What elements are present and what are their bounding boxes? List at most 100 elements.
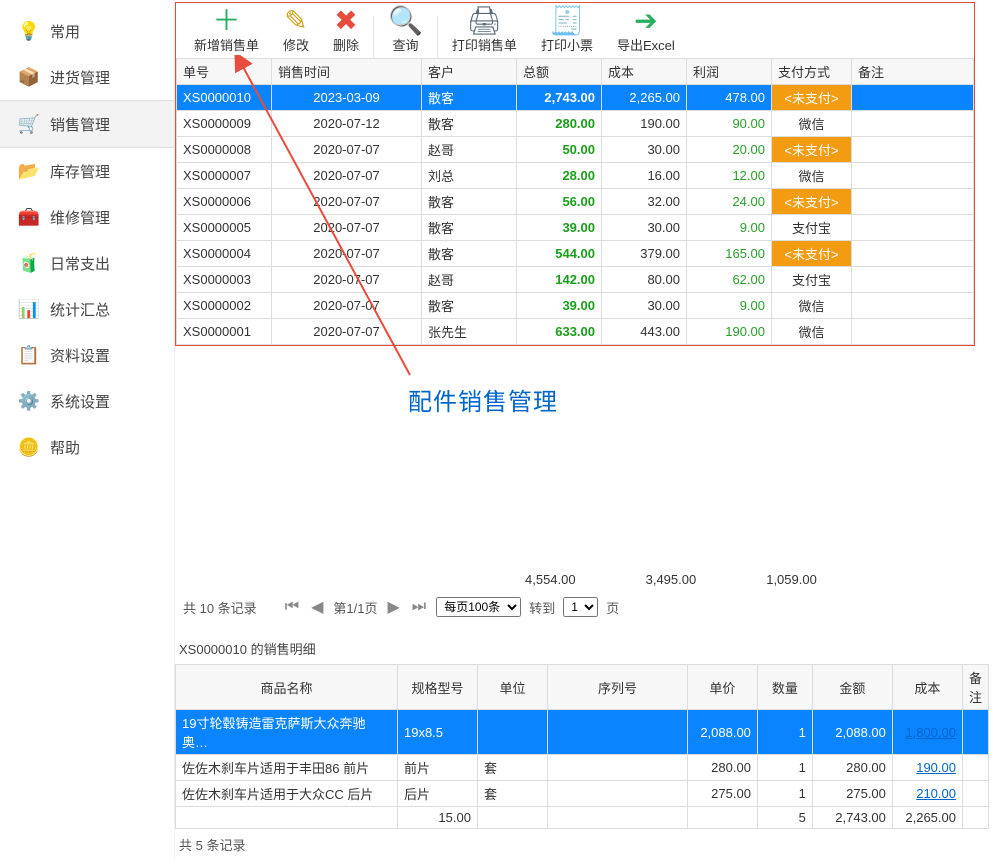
table-row[interactable]: XS00000052020-07-07散客39.0030.009.00支付宝 bbox=[177, 215, 974, 241]
export-excel-button[interactable]: ➔ 导出Excel bbox=[605, 5, 687, 58]
cell-remark bbox=[852, 85, 974, 111]
cell-sn: XS0000002 bbox=[177, 293, 272, 319]
sidebar-item-7[interactable]: 📋资料设置 bbox=[0, 332, 174, 378]
last-page-button[interactable]: ⏭ bbox=[410, 598, 428, 616]
delete-button[interactable]: ✖ 删除 bbox=[321, 5, 371, 58]
print-receipt-button[interactable]: 🧾 打印小票 bbox=[529, 5, 605, 58]
cell-total: 280.00 bbox=[517, 111, 602, 137]
cell-remark bbox=[852, 111, 974, 137]
dcol-name[interactable]: 商品名称 bbox=[176, 665, 398, 710]
sidebar-item-6[interactable]: 📊统计汇总 bbox=[0, 286, 174, 332]
detail-row[interactable]: 佐佐木刹车片适用于大众CC 后片后片套275.001275.00210.00 bbox=[176, 781, 989, 807]
cell-time: 2020-07-07 bbox=[272, 137, 422, 163]
table-row[interactable]: XS00000102023-03-09散客2,743.002,265.00478… bbox=[177, 85, 974, 111]
add-sales-button[interactable]: ＋ 新增销售单 bbox=[182, 5, 271, 58]
cell-profit: 190.00 bbox=[687, 319, 772, 345]
cell-remark bbox=[852, 319, 974, 345]
table-row[interactable]: XS00000022020-07-07散客39.0030.009.00微信 bbox=[177, 293, 974, 319]
cell-pay: 微信 bbox=[772, 293, 852, 319]
cost-link[interactable]: 190.00 bbox=[916, 760, 956, 775]
table-row[interactable]: XS00000042020-07-07散客544.00379.00165.00<… bbox=[177, 241, 974, 267]
dcell-name: 19寸轮毂铸造雷克萨斯大众奔驰奥… bbox=[176, 710, 398, 755]
table-row[interactable]: XS00000082020-07-07赵哥50.0030.0020.00<未支付… bbox=[177, 137, 974, 163]
cell-pay: 微信 bbox=[772, 163, 852, 189]
cost-link[interactable]: 1,800.00 bbox=[905, 725, 956, 740]
col-total[interactable]: 总额 bbox=[517, 59, 602, 85]
sidebar-item-0[interactable]: 💡常用 bbox=[0, 8, 174, 54]
detail-row[interactable]: 19寸轮毂铸造雷克萨斯大众奔驰奥…19x8.52,088.0012,088.00… bbox=[176, 710, 989, 755]
sidebar-item-2[interactable]: 🛒销售管理 bbox=[0, 100, 174, 148]
cell-profit: 478.00 bbox=[687, 85, 772, 111]
cell-sn: XS0000003 bbox=[177, 267, 272, 293]
col-remark[interactable]: 备注 bbox=[852, 59, 974, 85]
dcol-spec[interactable]: 规格型号 bbox=[397, 665, 477, 710]
cell-cost: 16.00 bbox=[602, 163, 687, 189]
cost-link[interactable]: 210.00 bbox=[916, 786, 956, 801]
dcell-amount: 275.00 bbox=[812, 781, 892, 807]
dcol-remark[interactable]: 备注 bbox=[962, 665, 988, 710]
cell-cust: 赵哥 bbox=[422, 267, 517, 293]
sidebar-icon-4: 🧰 bbox=[18, 206, 40, 228]
cell-cost: 30.00 bbox=[602, 293, 687, 319]
dcell-cost[interactable]: 210.00 bbox=[892, 781, 962, 807]
per-page-select[interactable]: 每页100条 bbox=[436, 597, 521, 617]
col-profit[interactable]: 利润 bbox=[687, 59, 772, 85]
sidebar-item-1[interactable]: 📦进货管理 bbox=[0, 54, 174, 100]
sales-table-wrap: 单号 销售时间 客户 总额 成本 利润 支付方式 备注 XS0000010202… bbox=[175, 58, 975, 346]
dcol-cost[interactable]: 成本 bbox=[892, 665, 962, 710]
sales-table[interactable]: 单号 销售时间 客户 总额 成本 利润 支付方式 备注 XS0000010202… bbox=[176, 58, 974, 345]
summary-cell bbox=[687, 807, 757, 829]
print-sales-button[interactable]: 🖨 打印销售单 bbox=[440, 5, 529, 58]
cell-remark bbox=[852, 293, 974, 319]
col-pay[interactable]: 支付方式 bbox=[772, 59, 852, 85]
dcell-unit: 套 bbox=[477, 755, 547, 781]
table-row[interactable]: XS00000072020-07-07刘总28.0016.0012.00微信 bbox=[177, 163, 974, 189]
detail-table[interactable]: 商品名称 规格型号 单位 序列号 单价 数量 金额 成本 备注 19寸轮毂铸造雷… bbox=[175, 664, 989, 829]
summary-cell bbox=[176, 807, 398, 829]
dcol-price[interactable]: 单价 bbox=[687, 665, 757, 710]
col-cust[interactable]: 客户 bbox=[422, 59, 517, 85]
sidebar-item-8[interactable]: ⚙️系统设置 bbox=[0, 378, 174, 424]
dcol-qty[interactable]: 数量 bbox=[757, 665, 812, 710]
dcell-remark bbox=[962, 755, 988, 781]
next-page-button[interactable]: ▶ bbox=[385, 597, 401, 617]
cell-sn: XS0000010 bbox=[177, 85, 272, 111]
sidebar-item-5[interactable]: 🧃日常支出 bbox=[0, 240, 174, 286]
dcol-unit[interactable]: 单位 bbox=[477, 665, 547, 710]
cell-time: 2020-07-07 bbox=[272, 189, 422, 215]
sidebar-item-4[interactable]: 🧰维修管理 bbox=[0, 194, 174, 240]
table-row[interactable]: XS00000032020-07-07赵哥142.0080.0062.00支付宝 bbox=[177, 267, 974, 293]
col-cost[interactable]: 成本 bbox=[602, 59, 687, 85]
table-row[interactable]: XS00000062020-07-07散客56.0032.0024.00<未支付… bbox=[177, 189, 974, 215]
cell-pay: <未支付> bbox=[772, 241, 852, 267]
cell-pay: <未支付> bbox=[772, 137, 852, 163]
detail-row[interactable]: 佐佐木刹车片适用于丰田86 前片前片套280.001280.00190.00 bbox=[176, 755, 989, 781]
summary-cell bbox=[547, 807, 687, 829]
dcell-cost[interactable]: 1,800.00 bbox=[892, 710, 962, 755]
col-sn[interactable]: 单号 bbox=[177, 59, 272, 85]
receipt-label: 打印小票 bbox=[541, 35, 593, 54]
table-row[interactable]: XS00000012020-07-07张先生633.00443.00190.00… bbox=[177, 319, 974, 345]
dcell-serial bbox=[547, 781, 687, 807]
dcol-amount[interactable]: 金额 bbox=[812, 665, 892, 710]
goto-page-select[interactable]: 1 bbox=[563, 597, 598, 617]
dcell-cost[interactable]: 190.00 bbox=[892, 755, 962, 781]
cell-cost: 80.00 bbox=[602, 267, 687, 293]
cell-total: 50.00 bbox=[517, 137, 602, 163]
first-page-button[interactable]: ⏮ bbox=[283, 598, 301, 616]
dcell-remark bbox=[962, 781, 988, 807]
sidebar-item-3[interactable]: 📂库存管理 bbox=[0, 148, 174, 194]
edit-button[interactable]: ✎ 修改 bbox=[271, 5, 321, 58]
cell-total: 633.00 bbox=[517, 319, 602, 345]
sidebar-item-9[interactable]: 🪙帮助 bbox=[0, 424, 174, 470]
table-row[interactable]: XS00000092020-07-12散客280.00190.0090.00微信 bbox=[177, 111, 974, 137]
sidebar-item-label: 统计汇总 bbox=[50, 299, 110, 320]
export-label: 导出Excel bbox=[617, 35, 675, 54]
sidebar-item-label: 系统设置 bbox=[50, 391, 110, 412]
dcol-serial[interactable]: 序列号 bbox=[547, 665, 687, 710]
cell-sn: XS0000007 bbox=[177, 163, 272, 189]
query-button[interactable]: 🔍 查询 bbox=[376, 5, 435, 58]
cell-remark bbox=[852, 189, 974, 215]
prev-page-button[interactable]: ◀ bbox=[309, 597, 325, 617]
col-time[interactable]: 销售时间 bbox=[272, 59, 422, 85]
